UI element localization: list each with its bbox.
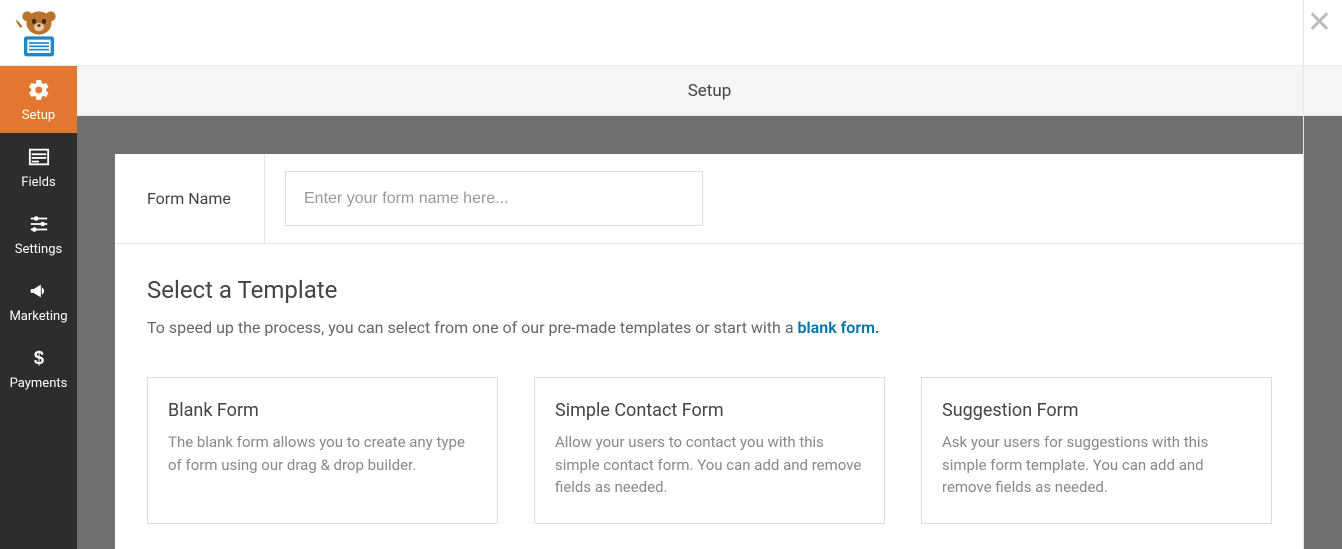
select-template-subtext-pre: To speed up the process, you can select … (147, 318, 798, 337)
template-title: Suggestion Form (942, 400, 1251, 421)
svg-text:$: $ (33, 347, 43, 368)
sliders-icon (27, 212, 51, 236)
blank-form-link[interactable]: blank form. (798, 318, 880, 337)
sidebar-item-setup[interactable]: Setup (0, 66, 77, 133)
template-desc: The blank form allows you to create any … (168, 431, 477, 476)
template-list: Blank Form The blank form allows you to … (147, 377, 1272, 524)
sidebar-item-label: Settings (15, 242, 62, 257)
gear-icon (27, 78, 51, 102)
template-desc: Allow your users to contact you with thi… (555, 431, 864, 499)
form-name-input[interactable] (285, 171, 703, 226)
template-card-blank-form[interactable]: Blank Form The blank form allows you to … (147, 377, 498, 524)
sidebar-item-label: Fields (21, 175, 55, 190)
bullhorn-icon (27, 279, 51, 303)
page-title: Setup (77, 66, 1342, 116)
dollar-icon: $ (27, 346, 51, 370)
app-logo (12, 8, 66, 58)
sidebar: Setup Fields Settings Marketing $ Paymen… (0, 66, 77, 549)
template-title: Simple Contact Form (555, 400, 864, 421)
setup-panel: Form Name Select a Template To speed up … (115, 154, 1304, 549)
select-template-subtext: To speed up the process, you can select … (147, 318, 1272, 337)
sidebar-item-label: Setup (22, 108, 55, 123)
fields-icon (27, 145, 51, 169)
sidebar-item-marketing[interactable]: Marketing (0, 267, 77, 334)
select-template-heading: Select a Template (147, 276, 1272, 304)
sidebar-item-settings[interactable]: Settings (0, 200, 77, 267)
sidebar-item-label: Marketing (9, 309, 67, 324)
form-name-label: Form Name (115, 154, 265, 243)
template-card-suggestion[interactable]: Suggestion Form Ask your users for sugge… (921, 377, 1272, 524)
sidebar-item-label: Payments (10, 376, 68, 391)
form-name-row: Form Name (115, 154, 1304, 244)
close-icon[interactable]: ✕ (1307, 8, 1332, 38)
template-title: Blank Form (168, 400, 477, 421)
vertical-divider (1303, 0, 1304, 549)
main-area: Setup Form Name Select a Template To spe… (77, 66, 1342, 549)
sidebar-item-fields[interactable]: Fields (0, 133, 77, 200)
top-bar: ✕ (0, 0, 1342, 66)
template-card-simple-contact[interactable]: Simple Contact Form Allow your users to … (534, 377, 885, 524)
sidebar-item-payments[interactable]: $ Payments (0, 334, 77, 401)
template-desc: Ask your users for suggestions with this… (942, 431, 1251, 499)
